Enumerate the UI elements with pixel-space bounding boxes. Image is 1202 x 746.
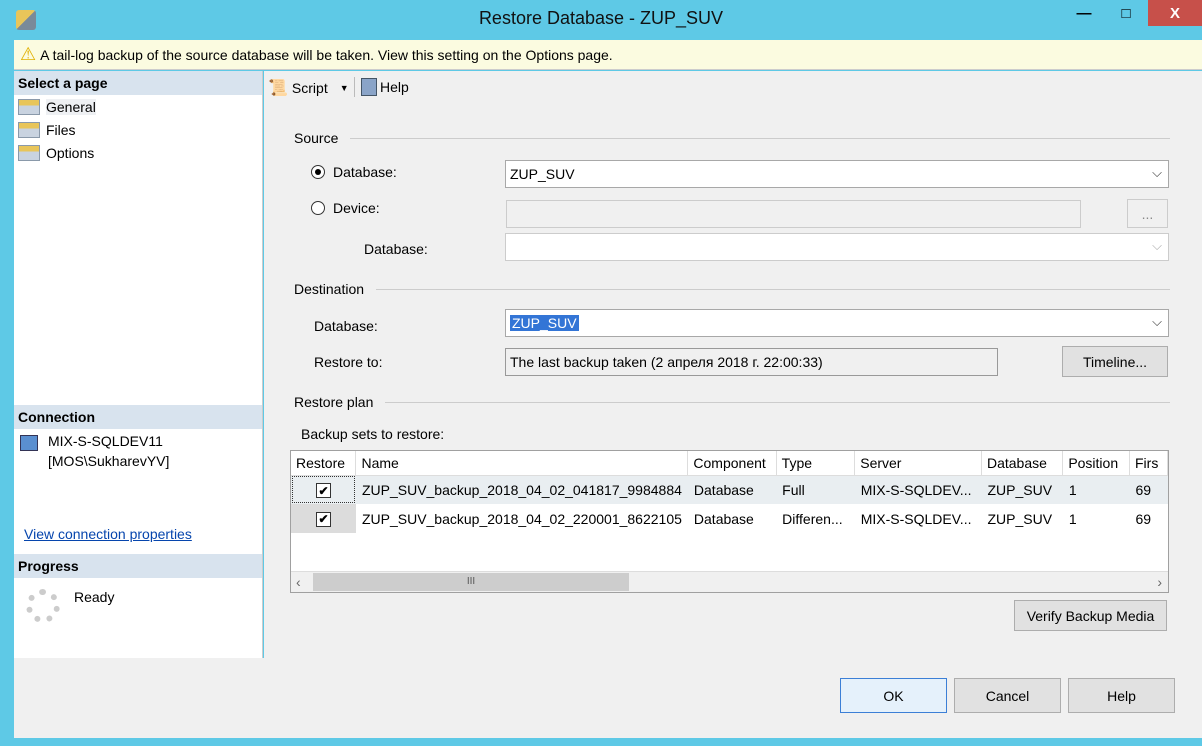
- select-page-header: Select a page: [14, 71, 262, 95]
- progress-status: Ready: [74, 589, 115, 605]
- cell-server: MIX-S-SQLDEV...: [860, 510, 972, 527]
- column-header[interactable]: Position: [1062, 451, 1130, 476]
- chevron-down-icon: ⌵: [1152, 238, 1162, 253]
- cell-type: Differen...: [782, 510, 843, 527]
- cell-first: 69: [1135, 481, 1152, 498]
- cell-database: ZUP_SUV: [987, 481, 1053, 498]
- destination-group-label: Destination: [294, 281, 1170, 297]
- server-icon: [20, 435, 38, 451]
- column-header[interactable]: Database: [981, 451, 1064, 476]
- radio-label: Database:: [333, 164, 397, 180]
- column-header[interactable]: Firs: [1129, 451, 1168, 476]
- select-value: ZUP_SUV: [510, 166, 575, 182]
- scroll-right-icon[interactable]: ›: [1157, 574, 1162, 590]
- view-connection-link[interactable]: View connection properties: [24, 526, 192, 542]
- radio-label: Device:: [333, 200, 380, 216]
- script-icon: 📜: [268, 80, 288, 97]
- cell-name: ZUP_SUV_backup_2018_04_02_220001_8622105: [361, 510, 682, 527]
- source-database-select[interactable]: ZUP_SUV ⌵: [505, 160, 1169, 188]
- source-group-label: Source: [294, 130, 1170, 146]
- cancel-button[interactable]: Cancel: [954, 678, 1061, 713]
- page-files[interactable]: Files: [14, 118, 262, 141]
- destination-database-select[interactable]: ZUP_SUV ⌵: [505, 309, 1169, 337]
- page-options[interactable]: Options: [14, 141, 262, 164]
- column-header[interactable]: Server: [854, 451, 982, 476]
- script-button[interactable]: 📜 Script ▼: [268, 78, 349, 98]
- horizontal-scrollbar[interactable]: ‹ III ›: [291, 571, 1168, 592]
- cell-database: ZUP_SUV: [987, 510, 1053, 527]
- device-browse-button: ...: [1127, 199, 1168, 228]
- cell-component: Database: [693, 481, 754, 498]
- column-header[interactable]: Type: [776, 451, 856, 476]
- destination-database-label: Database:: [314, 318, 378, 334]
- page-icon: [18, 121, 40, 138]
- source-device-radio[interactable]: Device:: [311, 200, 380, 216]
- page-label: Options: [46, 144, 95, 161]
- connection-header: Connection: [14, 405, 262, 429]
- help-label: Help: [380, 79, 409, 95]
- column-header[interactable]: Component: [687, 451, 777, 476]
- cell-first: 69: [1135, 510, 1152, 527]
- chevron-down-icon: ⌵: [1152, 314, 1162, 329]
- scroll-left-icon[interactable]: ‹: [296, 574, 301, 590]
- warning-icon: ⚠: [20, 44, 37, 64]
- table-row[interactable]: ✔ ZUP_SUV_backup_2018_04_02_220001_86221…: [291, 504, 1168, 533]
- page-general[interactable]: General: [14, 95, 262, 118]
- chevron-down-icon: ⌵: [1152, 165, 1162, 180]
- page-label: Files: [46, 121, 76, 138]
- device-database-select: ⌵: [505, 233, 1169, 261]
- cell-position: 1: [1068, 510, 1077, 527]
- verify-backup-media-button[interactable]: Verify Backup Media: [1014, 600, 1167, 631]
- sidebar: Select a page General Files Options Conn…: [14, 71, 263, 658]
- restore-to-label: Restore to:: [314, 354, 383, 370]
- close-button[interactable]: X: [1148, 0, 1202, 26]
- help-icon: [361, 78, 377, 96]
- server-name: MIX-S-SQLDEV11: [48, 433, 163, 449]
- cell-component: Database: [693, 510, 754, 527]
- warning-banner: ⚠ A tail-log backup of the source databa…: [14, 40, 1202, 70]
- grid-header: Restore Name Component Type Server Datab…: [291, 451, 1168, 476]
- timeline-button[interactable]: Timeline...: [1062, 346, 1168, 377]
- page-label: General: [46, 98, 96, 115]
- cell-server: MIX-S-SQLDEV...: [860, 481, 972, 498]
- device-input: [506, 200, 1081, 228]
- page-icon: [18, 98, 40, 115]
- maximize-button[interactable]: □: [1104, 0, 1148, 26]
- cell-position: 1: [1068, 481, 1077, 498]
- ok-button[interactable]: OK: [840, 678, 947, 713]
- page-icon: [18, 144, 40, 161]
- table-row[interactable]: ✔ ZUP_SUV_backup_2018_04_02_041817_99848…: [291, 475, 1168, 504]
- connection-user: [MOS\SukharevYV]: [48, 453, 170, 469]
- select-value: ZUP_SUV: [510, 315, 579, 331]
- warning-text: A tail-log backup of the source database…: [40, 46, 613, 63]
- column-header[interactable]: Restore: [291, 451, 357, 476]
- title-bar: Restore Database - ZUP_SUV — □ X: [0, 0, 1202, 38]
- minimize-button[interactable]: —: [1062, 0, 1106, 26]
- progress-spinner-icon: [26, 589, 60, 623]
- window-title: Restore Database - ZUP_SUV: [478, 8, 724, 28]
- column-header[interactable]: Name: [355, 451, 689, 476]
- restore-plan-group-label: Restore plan: [294, 394, 1170, 410]
- restore-checkbox[interactable]: ✔: [315, 483, 331, 498]
- cell-type: Full: [782, 481, 805, 498]
- backup-sets-label: Backup sets to restore:: [301, 426, 445, 442]
- help-toolbar-button[interactable]: Help: [361, 78, 409, 96]
- source-database-radio[interactable]: Database:: [311, 164, 397, 180]
- cell-name: ZUP_SUV_backup_2018_04_02_041817_9984884: [361, 481, 682, 498]
- restore-checkbox[interactable]: ✔: [315, 511, 331, 527]
- radio-selected-icon: [311, 165, 325, 179]
- radio-unselected-icon: [311, 201, 325, 215]
- scrollbar-thumb[interactable]: III: [313, 573, 629, 591]
- restore-to-field: The last backup taken (2 апреля 2018 г. …: [505, 348, 998, 376]
- progress-header: Progress: [14, 554, 262, 578]
- help-button[interactable]: Help: [1068, 678, 1175, 713]
- dropdown-arrow-icon: ▼: [339, 83, 349, 93]
- script-label: Script: [291, 80, 328, 96]
- device-database-label: Database:: [364, 241, 428, 257]
